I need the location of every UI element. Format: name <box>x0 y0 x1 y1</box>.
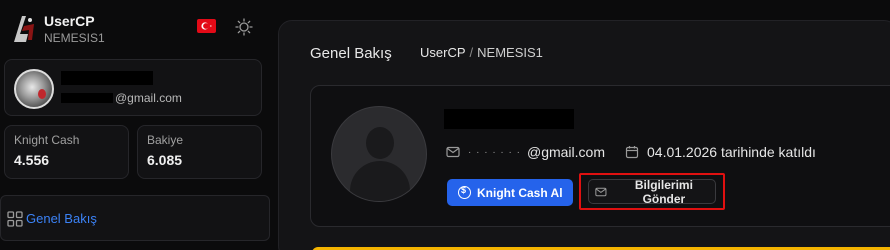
stat-knight-cash: Knight Cash 4.556 <box>4 125 129 179</box>
profile-info-row: · · · · · · · @gmail.com 04.01.2026 tari… <box>446 143 816 161</box>
profile-avatar <box>331 106 427 202</box>
email-suffix: @gmail.com <box>115 91 182 105</box>
game-logo-icon <box>14 16 34 42</box>
sidebar: UserCP NEMESIS1 @gmail.com Knight Cash 4… <box>0 0 278 250</box>
redacted-name <box>61 71 153 85</box>
breadcrumb-root[interactable]: UserCP <box>420 45 466 60</box>
sun-icon[interactable] <box>235 18 253 36</box>
main-content: Genel Bakış UserCP / NEMESIS1 · · · · · · … <box>278 20 890 250</box>
sidebar-profile-card: @gmail.com <box>4 59 262 116</box>
calendar-icon <box>625 146 639 159</box>
sidebar-item-label: Genel Bakış <box>26 211 97 226</box>
sidebar-email: @gmail.com <box>61 91 182 105</box>
turkey-flag-icon[interactable] <box>197 19 216 33</box>
join-date-group: 04.01.2026 tarihinde katıldı <box>625 144 816 160</box>
grid-icon <box>7 211 23 227</box>
send-info-button[interactable]: Bilgilerimi Gönder <box>588 177 716 206</box>
highlight-box: Bilgilerimi Gönder <box>579 173 725 210</box>
buy-button-label: Knight Cash Al <box>477 185 563 200</box>
page-title: Genel Bakış <box>310 45 392 62</box>
mail-icon <box>595 187 607 196</box>
breadcrumb-current: NEMESIS1 <box>477 45 543 60</box>
buy-knight-cash-button[interactable]: Knight Cash Al <box>447 179 573 206</box>
avatar <box>14 69 54 109</box>
send-button-label: Bilgilerimi Gönder <box>634 177 693 206</box>
breadcrumb-separator: / <box>469 45 474 60</box>
breadcrumb: UserCP / NEMESIS1 <box>420 45 543 60</box>
coin-icon <box>458 185 471 199</box>
masked-email: · · · · · · · <box>468 146 521 158</box>
username: NEMESIS1 <box>44 31 105 45</box>
stat-label: Knight Cash <box>14 133 80 147</box>
email-suffix: @gmail.com <box>526 144 605 160</box>
stat-label: Bakiye <box>147 133 184 147</box>
stat-value: 4.556 <box>14 152 50 168</box>
app-title: UserCP <box>44 13 95 29</box>
join-date: 04.01.2026 tarihinde katıldı <box>647 144 816 160</box>
usercp-app: UserCP NEMESIS1 @gmail.com Knight Cash 4… <box>0 0 890 250</box>
profile-panel: · · · · · · · @gmail.com 04.01.2026 tari… <box>310 85 890 227</box>
redacted-email <box>61 93 113 103</box>
stat-bakiye: Bakiye 6.085 <box>137 125 262 179</box>
stat-value: 6.085 <box>147 152 183 168</box>
mail-icon <box>446 146 460 158</box>
redacted-name <box>444 109 574 129</box>
sidebar-item-genel-bakis[interactable]: Genel Bakış <box>0 195 270 241</box>
brand-header: UserCP NEMESIS1 <box>6 10 274 50</box>
